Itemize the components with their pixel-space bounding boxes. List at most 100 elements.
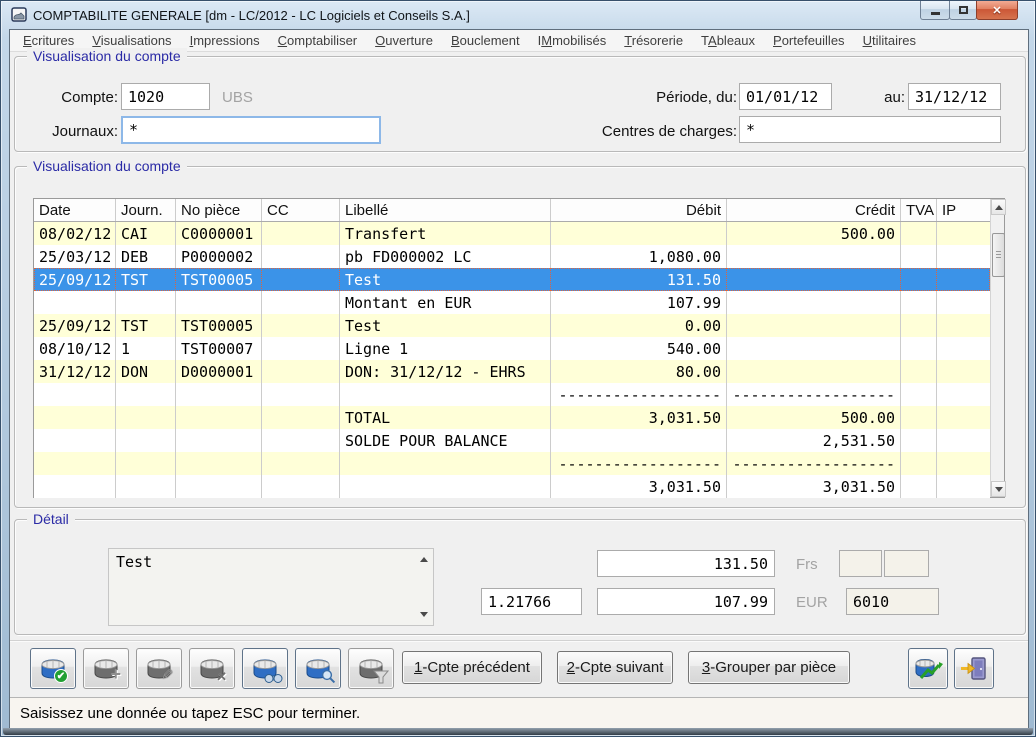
header-libelle[interactable]: Libellé bbox=[340, 199, 551, 221]
cell-libelle: Transfert bbox=[340, 222, 551, 245]
pencil-icon: ✎ bbox=[161, 668, 174, 683]
amount-chf-input[interactable] bbox=[604, 555, 768, 573]
cell-date bbox=[34, 429, 116, 452]
cell-credit bbox=[727, 245, 901, 268]
table-row[interactable]: 25/09/12 TST TST00005 Test 131.50 bbox=[34, 268, 990, 291]
plus-icon: + bbox=[110, 665, 121, 683]
cell-journal bbox=[116, 429, 176, 452]
group-by-piece-button[interactable]: 3-Grouper par pièce bbox=[688, 651, 850, 684]
exchange-rate-input[interactable] bbox=[488, 593, 575, 611]
exchange-rate-field[interactable] bbox=[481, 588, 582, 615]
menu-tableaux[interactable]: TAbleaux bbox=[692, 31, 764, 50]
menu-immobilises[interactable]: IMmobilisés bbox=[529, 31, 616, 50]
lookup-button[interactable] bbox=[295, 648, 341, 689]
edit-button[interactable]: ✎ bbox=[136, 648, 182, 689]
chart-button[interactable] bbox=[908, 648, 948, 689]
cell-cc bbox=[262, 222, 340, 245]
menu-comptabiliser[interactable]: Comptabiliser bbox=[269, 31, 366, 50]
exit-button[interactable] bbox=[954, 648, 994, 689]
cell-tva bbox=[901, 406, 937, 429]
scrollbar-thumb[interactable] bbox=[992, 233, 1005, 277]
table-main: Date Journ. No pièce CC Libellé Débit Cr… bbox=[34, 199, 990, 497]
table-body: 08/02/12 CAI C0000001 Transfert 500.00 2… bbox=[34, 222, 990, 498]
detail-extra-field-2[interactable] bbox=[884, 550, 929, 577]
periode-from-input[interactable] bbox=[746, 88, 825, 106]
next-account-button[interactable]: 2-Cpte suivant bbox=[557, 651, 673, 684]
table-row[interactable]: ------------------ ------------------ bbox=[34, 383, 990, 406]
cell-journal bbox=[116, 383, 176, 406]
textarea-scroll-down-icon[interactable] bbox=[420, 612, 428, 617]
filter-button[interactable] bbox=[348, 648, 394, 689]
maximize-button[interactable] bbox=[949, 1, 977, 20]
compte-field[interactable] bbox=[121, 83, 210, 110]
table-row[interactable]: Montant en EUR 107.99 bbox=[34, 291, 990, 314]
header-piece[interactable]: No pièce bbox=[176, 199, 262, 221]
periode-from-field[interactable] bbox=[739, 83, 832, 110]
cell-piece bbox=[176, 383, 262, 406]
vertical-scrollbar[interactable] bbox=[990, 199, 1004, 497]
table-row[interactable]: 08/02/12 CAI C0000001 Transfert 500.00 bbox=[34, 222, 990, 245]
cell-credit bbox=[727, 360, 901, 383]
centres-input[interactable] bbox=[746, 121, 994, 139]
detail-libelle-textarea[interactable]: Test bbox=[108, 548, 434, 626]
amount-eur-field[interactable] bbox=[597, 588, 775, 615]
table-row[interactable]: TOTAL 3,031.50 500.00 bbox=[34, 406, 990, 429]
header-ip[interactable]: IP bbox=[937, 199, 990, 221]
close-icon: ✕ bbox=[992, 4, 1001, 17]
add-button[interactable]: + bbox=[83, 648, 129, 689]
header-journal[interactable]: Journ. bbox=[116, 199, 176, 221]
prev-account-button[interactable]: 1-Cpte précédent bbox=[402, 651, 542, 684]
header-tva[interactable]: TVA bbox=[901, 199, 937, 221]
header-credit[interactable]: Crédit bbox=[727, 199, 901, 221]
cell-debit: 80.00 bbox=[551, 360, 727, 383]
cell-tva bbox=[901, 337, 937, 360]
header-debit[interactable]: Débit bbox=[551, 199, 727, 221]
journaux-field[interactable] bbox=[121, 116, 381, 144]
table-row[interactable]: 08/10/12 1 TST00007 Ligne 1 540.00 bbox=[34, 337, 990, 360]
cell-debit: 0.00 bbox=[551, 314, 727, 337]
header-cc[interactable]: CC bbox=[262, 199, 340, 221]
journaux-input[interactable] bbox=[129, 121, 373, 139]
cell-debit: 540.00 bbox=[551, 337, 727, 360]
scroll-down-button[interactable] bbox=[991, 481, 1006, 497]
textarea-scroll-up-icon[interactable] bbox=[420, 557, 428, 562]
table-row[interactable]: SOLDE POUR BALANCE 2,531.50 bbox=[34, 429, 990, 452]
cell-date bbox=[34, 452, 116, 475]
compte-input[interactable] bbox=[128, 88, 203, 106]
centres-field[interactable] bbox=[739, 116, 1001, 143]
scroll-up-button[interactable] bbox=[991, 199, 1006, 215]
menu-ouverture[interactable]: Ouverture bbox=[366, 31, 442, 50]
cell-cc bbox=[262, 245, 340, 268]
cell-debit: 3,031.50 bbox=[551, 475, 727, 498]
table-row[interactable]: 25/03/12 DEB P0000002 pb FD000002 LC 1,0… bbox=[34, 245, 990, 268]
periode-to-input[interactable] bbox=[915, 88, 994, 106]
amount-eur-input[interactable] bbox=[604, 593, 768, 611]
menu-tresorerie[interactable]: Trésorerie bbox=[615, 31, 692, 50]
menu-bouclement[interactable]: Bouclement bbox=[442, 31, 529, 50]
periode-to-field[interactable] bbox=[908, 83, 1001, 110]
search-button[interactable] bbox=[242, 648, 288, 689]
cell-ip bbox=[937, 245, 990, 268]
menu-impressions[interactable]: Impressions bbox=[181, 31, 269, 50]
menu-portefeuilles[interactable]: Portefeuilles bbox=[764, 31, 854, 50]
cell-debit bbox=[551, 222, 727, 245]
table-row[interactable]: 3,031.50 3,031.50 bbox=[34, 475, 990, 498]
header-date[interactable]: Date bbox=[34, 199, 116, 221]
validate-button[interactable]: ✔ bbox=[30, 648, 76, 689]
titlebar[interactable]: COMPTABILITE GENERALE [dm - LC/2012 - LC… bbox=[1, 1, 1035, 29]
counterpart-account-field[interactable] bbox=[846, 588, 939, 615]
detail-extra-field-1[interactable] bbox=[839, 550, 882, 577]
x-icon: ✕ bbox=[216, 670, 227, 683]
au-label: au: bbox=[845, 89, 905, 106]
amount-chf-field[interactable] bbox=[597, 550, 775, 577]
menu-utilitaires[interactable]: Utilitaires bbox=[854, 31, 925, 50]
minimize-button[interactable] bbox=[920, 1, 950, 20]
cell-date bbox=[34, 383, 116, 406]
table-row[interactable]: ------------------ ------------------ bbox=[34, 452, 990, 475]
close-button[interactable]: ✕ bbox=[976, 1, 1018, 20]
table-row[interactable]: 25/09/12 TST TST00005 Test 0.00 bbox=[34, 314, 990, 337]
counterpart-account-input[interactable] bbox=[853, 593, 932, 611]
app-icon bbox=[11, 7, 27, 23]
table-row[interactable]: 31/12/12 DON D0000001 DON: 31/12/12 - EH… bbox=[34, 360, 990, 383]
delete-button[interactable]: ✕ bbox=[189, 648, 235, 689]
